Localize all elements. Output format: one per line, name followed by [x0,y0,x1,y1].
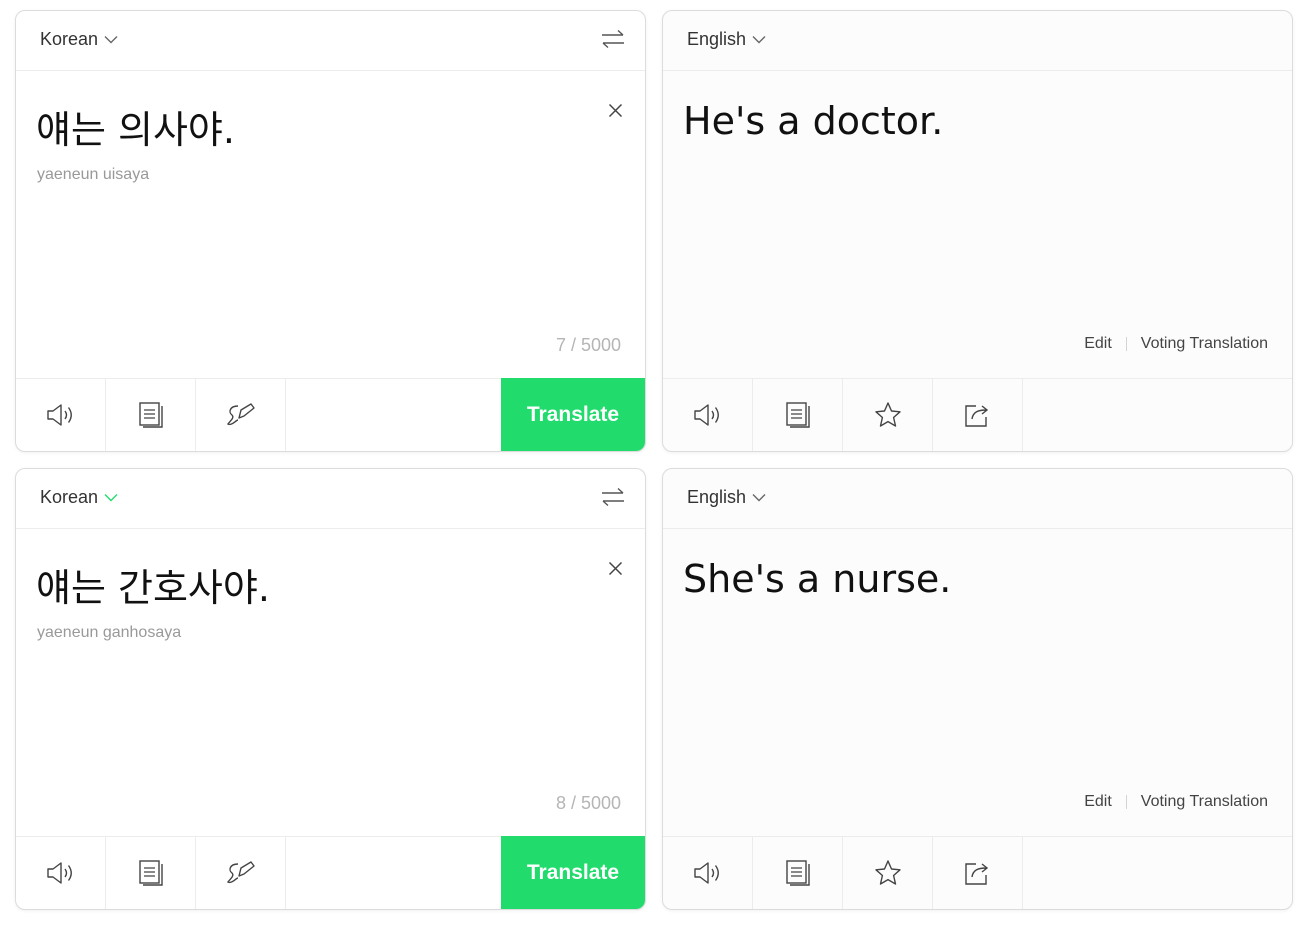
voting-translation-link[interactable]: Voting Translation [1141,793,1268,811]
chevron-down-icon [104,493,118,502]
speaker-icon [693,862,719,884]
source-panel: Korean 얘는 간호사야. yaeneun ganhosaya 8 / 50… [15,468,646,910]
character-count: 8 / 5000 [555,793,621,813]
target-toolbar [663,378,1292,451]
notebook-icon [138,402,163,428]
translation-actions: Edit Voting Translation [1084,335,1268,353]
listen-button[interactable] [663,379,753,451]
swap-arrows-icon[interactable] [601,29,625,54]
source-language-label: Korean [40,487,99,507]
listen-button[interactable] [16,837,106,909]
divider [1125,337,1127,351]
close-icon[interactable] [608,561,623,581]
speaker-icon [46,404,72,426]
divider [1125,795,1127,809]
favorite-button[interactable] [843,837,933,909]
translation-actions: Edit Voting Translation [1084,793,1268,811]
share-icon [964,405,988,427]
translated-text: He's a doctor. [683,99,944,143]
target-panel-header: English [663,469,1292,529]
source-text-input[interactable]: 얘는 간호사야. [36,557,270,612]
pen-icon [226,403,255,426]
chevron-down-icon [752,493,766,502]
share-button[interactable] [933,837,1023,909]
speaker-icon [46,862,72,884]
handwriting-button[interactable] [196,379,286,451]
source-language-selector[interactable]: Korean [40,487,118,508]
target-language-label: English [687,487,747,507]
notebook-icon [138,860,163,886]
source-panel-header: Korean [16,11,645,71]
listen-button[interactable] [663,837,753,909]
dictionary-button[interactable] [753,837,843,909]
translated-text: She's a nurse. [683,557,952,601]
voting-translation-link[interactable]: Voting Translation [1141,335,1268,353]
notebook-icon [785,860,810,886]
target-language-selector[interactable]: English [687,487,766,508]
target-toolbar [663,836,1292,909]
dictionary-button[interactable] [106,379,196,451]
handwriting-button[interactable] [196,837,286,909]
swap-arrows-icon[interactable] [601,487,625,512]
favorite-button[interactable] [843,379,933,451]
target-language-label: English [687,29,747,49]
target-panel: English He's a doctor. Edit Voting Trans… [662,10,1293,452]
source-panel-header: Korean [16,469,645,529]
character-count: 7 / 5000 [555,335,621,355]
translate-button[interactable]: Translate [501,836,645,909]
target-panel-header: English [663,11,1292,71]
translate-button[interactable]: Translate [501,378,645,451]
edit-link[interactable]: Edit [1084,793,1112,811]
source-language-selector[interactable]: Korean [40,29,118,50]
source-text-input[interactable]: 얘는 의사야. [36,99,235,154]
target-panel: English She's a nurse. Edit Voting Trans… [662,468,1293,910]
source-language-label: Korean [40,29,99,49]
chevron-down-icon [104,35,118,44]
notebook-icon [785,402,810,428]
speaker-icon [693,404,719,426]
listen-button[interactable] [16,379,106,451]
dictionary-button[interactable] [106,837,196,909]
chevron-down-icon [752,35,766,44]
close-icon[interactable] [608,103,623,123]
star-icon [874,860,901,885]
target-language-selector[interactable]: English [687,29,766,50]
share-icon [964,863,988,885]
romanization-text: yaeneun ganhosaya [37,624,182,641]
dictionary-button[interactable] [753,379,843,451]
share-button[interactable] [933,379,1023,451]
star-icon [874,402,901,427]
edit-link[interactable]: Edit [1084,335,1112,353]
pen-icon [226,861,255,884]
source-panel: Korean 얘는 의사야. yaeneun uisaya 7 / 5000 T… [15,10,646,452]
romanization-text: yaeneun uisaya [37,166,150,183]
